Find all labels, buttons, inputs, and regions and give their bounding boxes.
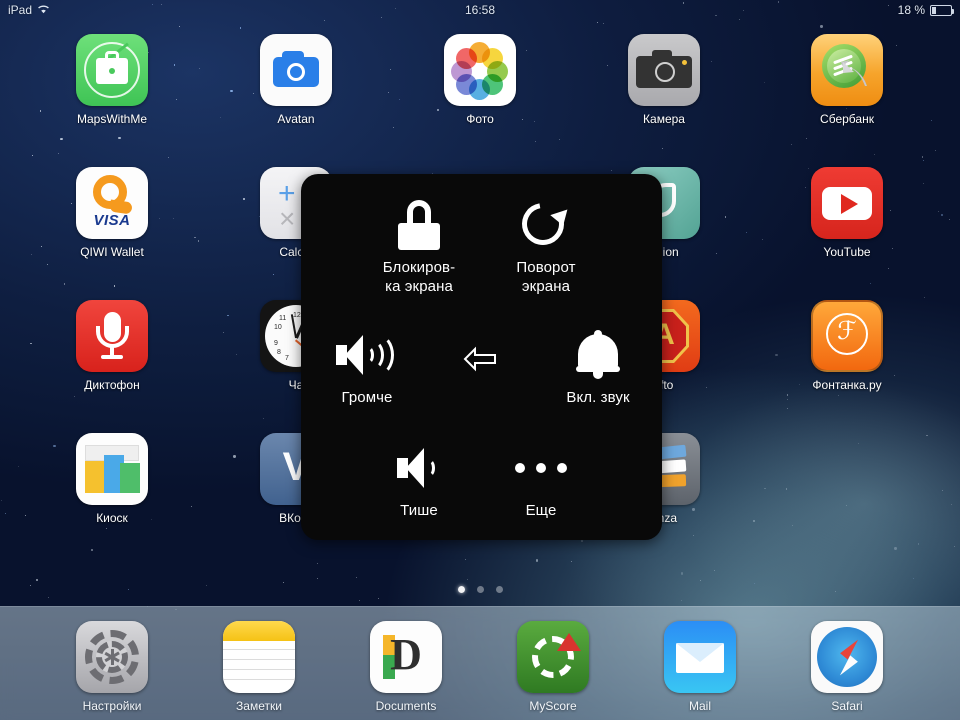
back-arrow-icon[interactable] xyxy=(462,346,498,372)
bell-unmute-icon xyxy=(533,326,663,384)
dock-app-mail[interactable]: Mail xyxy=(644,621,756,713)
notes-icon[interactable] xyxy=(223,621,295,693)
app-mapswithme[interactable]: MapsWithMe xyxy=(56,34,168,126)
dock-app-notes[interactable]: Заметки xyxy=(203,621,315,713)
app-avatan[interactable]: Avatan xyxy=(240,34,352,126)
app-camera[interactable]: Камера xyxy=(608,34,720,126)
assistive-item-volume-up[interactable]: Громче xyxy=(302,326,432,407)
assistive-item-label: Тише xyxy=(400,502,438,519)
dock: Настройки Заметки D Documents MyScore Ma… xyxy=(0,606,960,720)
sberbank-icon[interactable] xyxy=(811,34,883,106)
ipad-home-screen: iPad 16:58 18 % MapsWithMe Avatan Фото К… xyxy=(0,0,960,720)
assistive-item-label-line1: Блокиров- xyxy=(382,259,456,276)
settings-icon[interactable] xyxy=(76,621,148,693)
app-sberbank[interactable]: Сбербанк xyxy=(791,34,903,126)
qiwi-wallet-icon[interactable]: VISA xyxy=(76,167,148,239)
app-label: Диктофон xyxy=(84,378,140,392)
app-voice-memos[interactable]: Диктофон xyxy=(56,300,168,392)
newsstand-icon[interactable] xyxy=(76,433,148,505)
app-photos[interactable]: Фото xyxy=(424,34,536,126)
assistive-item-lock-screen[interactable]: Блокиров- ка экрана xyxy=(354,196,484,296)
mapswithme-icon[interactable] xyxy=(76,34,148,106)
app-label: Сбербанк xyxy=(820,112,874,126)
page-dot-2[interactable] xyxy=(476,586,484,593)
dock-app-myscore[interactable]: MyScore xyxy=(497,621,609,713)
fontanka-icon[interactable]: ℱ xyxy=(811,300,883,372)
status-bar-right: 18 % xyxy=(897,3,954,17)
assistive-item-label-line2: экрана xyxy=(521,278,571,295)
page-dot-3[interactable] xyxy=(495,586,503,593)
app-label: QIWI Wallet xyxy=(80,245,144,259)
status-bar-clock: 16:58 xyxy=(464,3,496,17)
assistive-item-rotate-screen[interactable]: Поворот экрана xyxy=(481,194,611,296)
volume-up-icon xyxy=(302,326,432,384)
assistive-item-volume-down[interactable]: Тише xyxy=(354,439,484,520)
app-label: Mail xyxy=(688,699,711,713)
dock-app-safari[interactable]: Safari xyxy=(791,621,903,713)
battery-icon xyxy=(930,4,954,16)
status-bar: iPad 16:58 18 % xyxy=(0,0,960,20)
dock-app-documents[interactable]: D Documents xyxy=(350,621,462,713)
camera-icon[interactable] xyxy=(628,34,700,106)
safari-icon[interactable] xyxy=(811,621,883,693)
sberbank-arrow xyxy=(841,60,869,88)
app-label: Настройки xyxy=(82,699,142,713)
app-label: Safari xyxy=(831,699,863,713)
assistive-item-more[interactable]: Еще xyxy=(476,439,606,520)
assistive-item-label: Вкл. звук xyxy=(566,389,630,406)
app-label: Avatan xyxy=(277,112,315,126)
assistive-item-label-line2: ка экрана xyxy=(385,278,453,295)
app-label: MyScore xyxy=(529,699,577,713)
voice-memos-icon[interactable] xyxy=(76,300,148,372)
page-indicator-dots[interactable] xyxy=(0,586,960,593)
app-youtube[interactable]: YouTube xyxy=(791,167,903,259)
app-label: Фото xyxy=(466,112,494,126)
assistive-item-label-line1: Поворот xyxy=(516,259,576,276)
app-fontanka[interactable]: ℱ Фонтанка.ру xyxy=(791,300,903,392)
youtube-icon[interactable] xyxy=(811,167,883,239)
myscore-icon[interactable] xyxy=(517,621,589,693)
volume-down-icon xyxy=(354,439,484,497)
dock-row: Настройки Заметки D Documents MyScore Ma… xyxy=(0,607,960,720)
mail-icon[interactable] xyxy=(664,621,736,693)
dock-app-settings[interactable]: Настройки xyxy=(56,621,168,713)
assistive-item-label: Громче xyxy=(341,389,393,406)
app-label: Киоск xyxy=(96,511,128,525)
assistive-item-label: Еще xyxy=(525,502,557,519)
app-label: YouTube xyxy=(823,245,871,259)
battery-percent-label: 18 % xyxy=(897,3,925,17)
avatan-icon[interactable] xyxy=(260,34,332,106)
visa-label: VISA xyxy=(93,212,131,229)
assistive-item-unmute[interactable]: Вкл. звук xyxy=(533,326,663,407)
app-label: Documents xyxy=(375,699,437,713)
app-label: Камера xyxy=(643,112,685,126)
lock-screen-icon xyxy=(354,196,484,254)
rotate-screen-icon xyxy=(481,194,611,254)
app-newsstand[interactable]: Киоск xyxy=(56,433,168,525)
app-label: Заметки xyxy=(236,699,282,713)
more-dots-icon xyxy=(476,439,606,497)
app-label: MapsWithMe xyxy=(76,112,147,126)
page-dot-1[interactable] xyxy=(457,586,465,593)
app-qiwi-wallet[interactable]: VISA QIWI Wallet xyxy=(56,167,168,259)
documents-icon[interactable]: D xyxy=(370,621,442,693)
photos-icon[interactable] xyxy=(444,34,516,106)
app-label: Фонтанка.ру xyxy=(812,378,882,392)
